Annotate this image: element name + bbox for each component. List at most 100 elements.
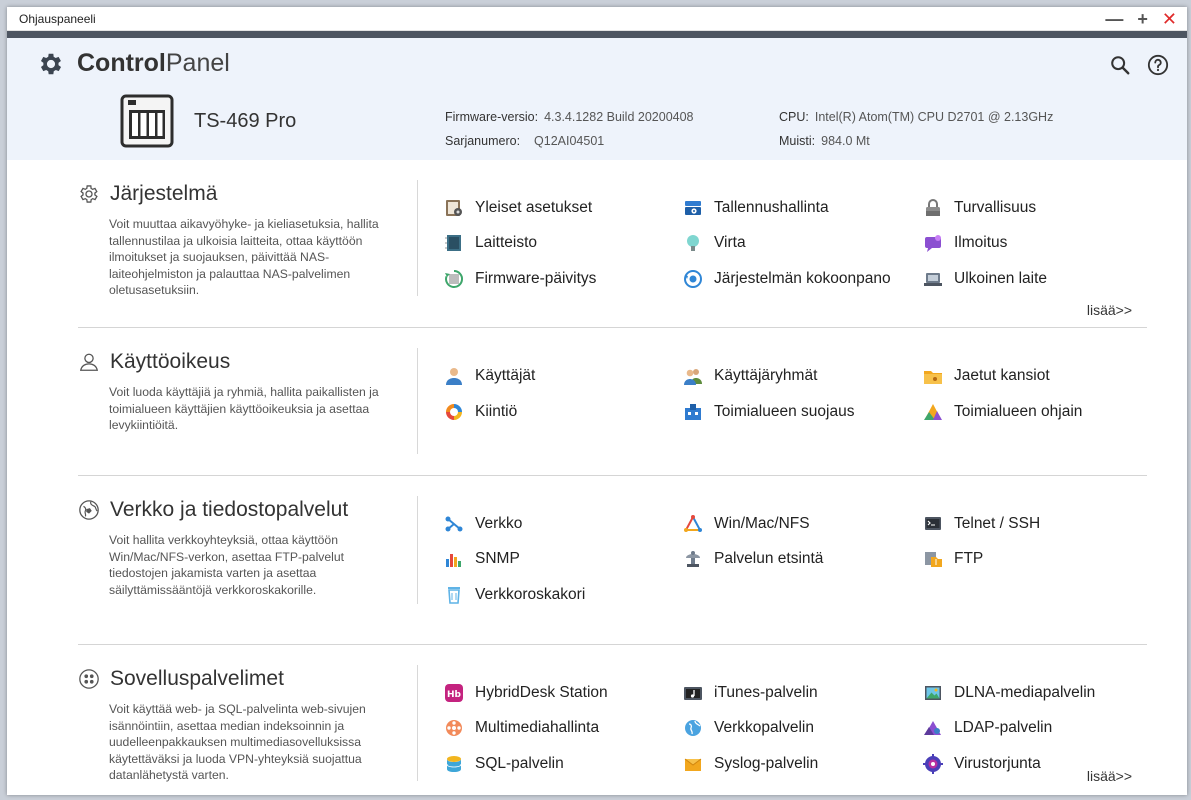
item-users[interactable]: Käyttäjät: [444, 364, 535, 388]
section-title: Järjestelmä: [110, 182, 218, 205]
item-telnet-ssh[interactable]: Telnet / SSH: [923, 512, 1040, 536]
general-settings-icon: [446, 200, 462, 216]
section-divider: [417, 665, 418, 781]
syslog-icon: [684, 758, 702, 771]
more-link-app-servers[interactable]: lisää>>: [1087, 768, 1132, 784]
help-icon[interactable]: [1147, 54, 1169, 76]
item-service-discovery[interactable]: Palvelun etsintä: [683, 547, 823, 571]
item-security[interactable]: Turvallisuus: [923, 196, 1036, 220]
window-title: Ohjauspaneeli: [19, 11, 96, 26]
user-icon: [446, 368, 462, 385]
item-network-recycle-bin[interactable]: Verkkoroskakori: [444, 583, 585, 607]
section-title: Verkko ja tiedostopalvelut: [110, 498, 349, 521]
header-divider-bar: [7, 31, 1187, 38]
section-title: Sovelluspalvelimet: [110, 667, 284, 690]
user-group-icon: [684, 369, 702, 385]
item-hardware[interactable]: Laitteisto: [444, 231, 537, 255]
minimize-button[interactable]: —: [1105, 10, 1123, 28]
hardware-icon: [445, 235, 461, 251]
item-ftp[interactable]: FTP: [923, 547, 983, 571]
antivirus-icon: [923, 754, 943, 774]
item-storage[interactable]: Tallennushallinta: [683, 196, 829, 220]
item-network[interactable]: Verkko: [444, 512, 522, 536]
item-firmware-update[interactable]: Firmware-päivitys: [444, 267, 596, 291]
section-description: Voit käyttää web- ja SQL-palvelinta web-…: [109, 702, 366, 782]
ftp-icon: [925, 552, 942, 567]
control-panel-window: Ohjauspaneeli — + ✕ ControlPanel TS-469 …: [7, 7, 1187, 795]
maximize-button[interactable]: +: [1137, 10, 1148, 28]
app-name: ControlPanel: [77, 49, 230, 77]
item-win-mac-nfs[interactable]: Win/Mac/NFS: [683, 512, 810, 536]
section-network: Verkko ja tiedostopalvelut Voit hallita …: [78, 496, 1147, 645]
item-power[interactable]: Virta: [683, 231, 746, 255]
item-multimedia[interactable]: Multimediahallinta: [444, 716, 599, 740]
item-snmp[interactable]: SNMP: [444, 547, 520, 571]
item-ldap[interactable]: LDAP-palvelin: [923, 716, 1052, 740]
hybriddesk-icon: Hb: [445, 684, 463, 702]
notification-icon: [925, 235, 941, 252]
item-quota[interactable]: Kiintiö: [444, 400, 517, 424]
item-hybriddesk[interactable]: Hb HybridDesk Station: [444, 681, 608, 705]
firmware-update-icon: [445, 269, 463, 288]
section-divider: [417, 496, 418, 604]
item-itunes[interactable]: iTunes-palvelin: [683, 681, 818, 705]
apps-grid-icon: [79, 669, 99, 689]
user-outline-icon: [79, 353, 99, 371]
section-app-servers-header[interactable]: Sovelluspalvelimet: [78, 665, 417, 693]
itunes-icon: [684, 687, 702, 700]
bulb-icon: [687, 235, 699, 251]
item-domain-security[interactable]: Toimialueen suojaus: [683, 400, 854, 424]
item-general-settings[interactable]: Yleiset asetukset: [444, 196, 592, 220]
gear-outline-icon: [80, 185, 98, 203]
recycle-bin-icon: [448, 587, 460, 604]
quota-icon: [446, 404, 462, 420]
section-network-header[interactable]: Verkko ja tiedostopalvelut: [78, 496, 417, 524]
domain-controller-icon: [924, 404, 942, 420]
section-divider: [417, 348, 418, 454]
section-description: Voit luoda käyttäjiä ja ryhmiä, hallita …: [109, 385, 379, 432]
service-discovery-icon: [686, 551, 700, 567]
device-header: ControlPanel TS-469 Pro Firmware-versio:…: [7, 38, 1187, 160]
item-syslog[interactable]: Syslog-palvelin: [683, 752, 818, 776]
section-privilege: Käyttöoikeus Voit luoda käyttäjiä ja ryh…: [78, 348, 1147, 476]
domain-security-icon: [685, 404, 701, 420]
multimedia-icon: [446, 720, 462, 736]
svg-text:Hb: Hb: [447, 690, 462, 700]
item-web-server[interactable]: Verkkopalvelin: [683, 716, 814, 740]
storage-icon: [685, 201, 701, 215]
network-icon: [445, 516, 463, 532]
firmware-info: Firmware-versio: 4.3.4.1282 Build 2020040…: [445, 110, 694, 124]
section-title: Käyttöoikeus: [110, 350, 231, 373]
item-antivirus[interactable]: Virustorjunta: [923, 752, 1041, 776]
search-icon[interactable]: [1109, 54, 1131, 76]
external-device-icon: [924, 273, 942, 286]
cpu-info: CPU: Intel(R) Atom(TM) CPU D2701 @ 2.13GH…: [779, 110, 1054, 124]
lock-icon: [926, 199, 940, 216]
item-domain-controller[interactable]: Toimialueen ohjain: [923, 400, 1082, 424]
win-mac-nfs-icon: [684, 515, 702, 532]
terminal-icon: [925, 517, 941, 530]
item-user-groups[interactable]: Käyttäjäryhmät: [683, 364, 817, 388]
item-notification[interactable]: Ilmoitus: [923, 231, 1007, 255]
device-model: TS-469 Pro: [194, 110, 297, 132]
sql-icon: [446, 756, 462, 772]
close-button[interactable]: ✕: [1162, 10, 1177, 28]
system-config-icon: [684, 270, 702, 288]
item-shared-folders[interactable]: Jaetut kansiot: [923, 364, 1050, 388]
title-bar[interactable]: Ohjauspaneeli — + ✕: [7, 7, 1187, 31]
ldap-icon: [924, 721, 941, 735]
memory-info: Muisti: 984.0 Mt: [779, 134, 870, 148]
item-dlna[interactable]: DLNA-mediapalvelin: [923, 681, 1095, 705]
item-external-device[interactable]: Ulkoinen laite: [923, 267, 1047, 291]
shared-folder-icon: [924, 371, 942, 384]
more-link-system[interactable]: lisää>>: [1087, 302, 1132, 318]
item-sql-server[interactable]: SQL-palvelin: [444, 752, 564, 776]
section-app-servers: Sovelluspalvelimet Voit käyttää web- ja …: [78, 645, 1147, 795]
section-system-header[interactable]: Järjestelmä: [78, 180, 417, 208]
section-divider: [417, 180, 418, 296]
snmp-icon: [446, 554, 461, 567]
app-brand: ControlPanel: [37, 49, 230, 78]
globe-icon: [79, 500, 99, 520]
section-privilege-header[interactable]: Käyttöoikeus: [78, 348, 417, 376]
item-system-config[interactable]: Järjestelmän kokoonpano: [683, 267, 891, 291]
